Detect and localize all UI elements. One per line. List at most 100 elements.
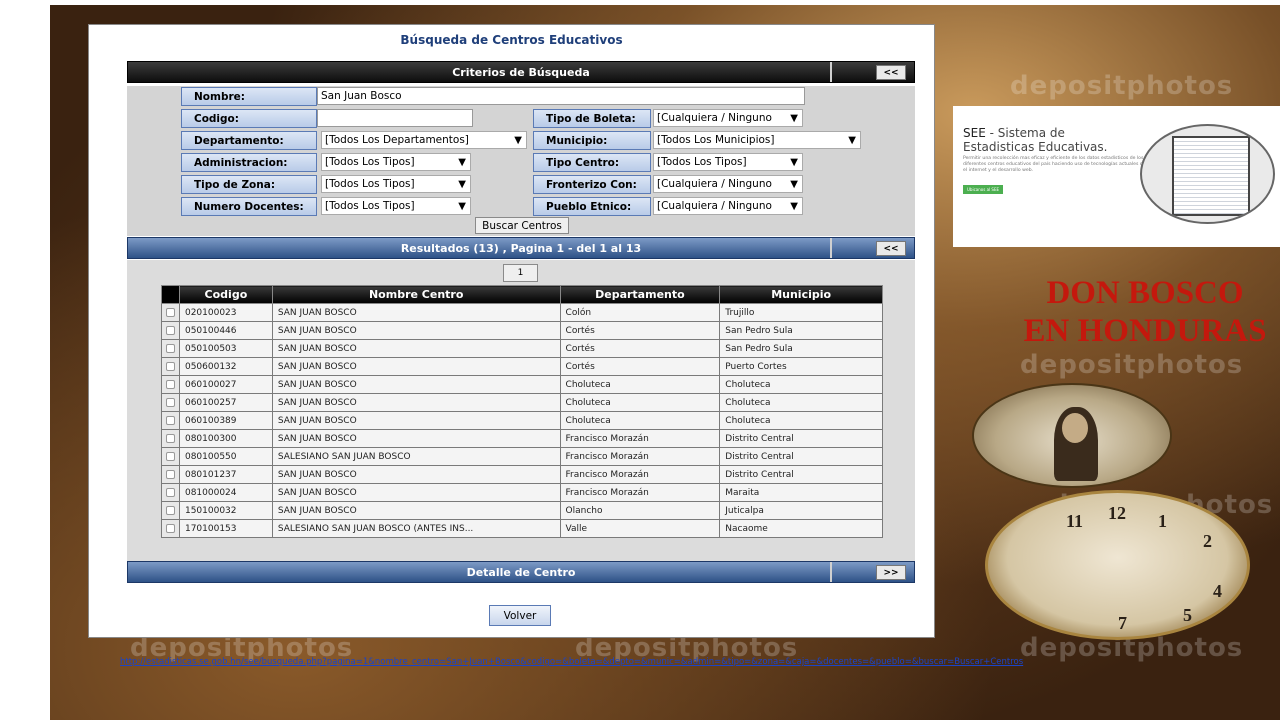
portrait-image xyxy=(972,383,1172,488)
departamento-label: Departamento: xyxy=(181,131,317,150)
cell-nombre: SAN JUAN BOSCO xyxy=(271,465,561,484)
header-divider xyxy=(830,238,832,258)
back-button[interactable]: Volver xyxy=(489,605,551,626)
select-column-header xyxy=(161,285,180,304)
row-checkbox[interactable] xyxy=(165,469,175,479)
row-checkbox[interactable] xyxy=(165,451,175,461)
row-checkbox[interactable] xyxy=(165,325,175,335)
cell-codigo: 060100257 xyxy=(178,393,273,412)
source-url-link[interactable]: http://estadisticas.se.gob.hn/see/busque… xyxy=(120,657,1023,667)
row-checkbox[interactable] xyxy=(165,487,175,497)
table-row[interactable]: 060100389 SAN JUAN BOSCO Choluteca Cholutec… xyxy=(161,411,883,430)
table-row[interactable]: 020100023 SAN JUAN BOSCO Colón Trujillo xyxy=(161,303,883,322)
cell-nombre: SAN JUAN BOSCO xyxy=(271,321,561,340)
tipo-centro-label: Tipo Centro: xyxy=(533,153,651,172)
row-checkbox[interactable] xyxy=(165,397,175,407)
cell-departamento: Colón xyxy=(559,303,721,322)
clock-number: 11 xyxy=(1066,511,1084,531)
row-checkbox-cell xyxy=(161,465,180,484)
detail-expand-button[interactable]: >> xyxy=(876,565,906,580)
table-row[interactable]: 050100446 SAN JUAN BOSCO Cortés San Pedro S… xyxy=(161,321,883,340)
cell-municipio: Maraita xyxy=(719,483,883,502)
column-header-codigo: Codigo xyxy=(178,285,273,304)
administracion-value: [Todos Los Tipos] xyxy=(325,156,415,168)
administracion-select[interactable]: [Todos Los Tipos] ▼ xyxy=(321,153,471,171)
cell-municipio: San Pedro Sula xyxy=(719,339,883,358)
administracion-label: Administracion: xyxy=(181,153,317,172)
fronterizo-select[interactable]: [Cualquiera / Ninguno ▼ xyxy=(653,175,803,193)
row-checkbox[interactable] xyxy=(165,307,175,317)
cell-codigo: 170100153 xyxy=(178,519,273,538)
row-checkbox[interactable] xyxy=(165,379,175,389)
row-checkbox[interactable] xyxy=(165,433,175,443)
tipo-zona-label: Tipo de Zona: xyxy=(181,175,317,194)
municipio-select[interactable]: [Todos Los Municipios] ▼ xyxy=(653,131,861,149)
row-checkbox[interactable] xyxy=(165,523,175,533)
headline: DON BOSCO EN HONDURAS xyxy=(990,274,1280,350)
criteria-collapse-button[interactable]: << xyxy=(876,65,906,80)
nombre-label: Nombre: xyxy=(181,87,317,106)
tipo-centro-select[interactable]: [Todos Los Tipos] ▼ xyxy=(653,153,803,171)
tipo-boleta-label: Tipo de Boleta: xyxy=(533,109,651,128)
codigo-input[interactable] xyxy=(317,109,473,127)
tipo-zona-value: [Todos Los Tipos] xyxy=(325,178,415,190)
table-row[interactable]: 170100153 SALESIANO SAN JUAN BOSCO (ANTES… xyxy=(161,519,883,538)
row-checkbox[interactable] xyxy=(165,361,175,371)
see-description: Permitir una recolección mas eficaz y ef… xyxy=(963,156,1153,173)
cell-municipio: Distrito Central xyxy=(719,429,883,448)
codigo-label: Codigo: xyxy=(181,109,317,128)
clock-number: 2 xyxy=(1203,531,1212,551)
search-button[interactable]: Buscar Centros xyxy=(475,217,569,234)
cell-municipio: Choluteca xyxy=(719,411,883,430)
table-row[interactable]: 050600132 SAN JUAN BOSCO Cortés Puerto Cort… xyxy=(161,357,883,376)
cell-departamento: Francisco Morazán xyxy=(559,465,721,484)
table-row[interactable]: 081000024 SAN JUAN BOSCO Francisco Morazán… xyxy=(161,483,883,502)
results-header: Resultados (13) , Pagina 1 - del 1 al 13… xyxy=(127,237,915,259)
pueblo-etnico-select[interactable]: [Cualquiera / Ninguno ▼ xyxy=(653,197,803,215)
cell-municipio: Juticalpa xyxy=(719,501,883,520)
table-row[interactable]: 150100032 SAN JUAN BOSCO Olancho Juticalpa xyxy=(161,501,883,520)
row-checkbox-cell xyxy=(161,339,180,358)
column-header-municipio: Municipio xyxy=(719,285,883,304)
tipo-centro-value: [Todos Los Tipos] xyxy=(657,156,747,168)
pueblo-etnico-value: [Cualquiera / Ninguno xyxy=(657,200,772,212)
pocket-watch-image: 12 11 1 2 4 5 7 xyxy=(985,490,1250,640)
clock-number: 7 xyxy=(1118,613,1127,633)
row-checkbox[interactable] xyxy=(165,343,175,353)
watermark: depositphotos xyxy=(1020,350,1244,380)
nombre-input[interactable]: San Juan Bosco xyxy=(317,87,805,105)
chevron-down-icon: ▼ xyxy=(790,112,798,124)
see-button[interactable]: Ubicanos al SEE xyxy=(963,185,1003,194)
page-1-button[interactable]: 1 xyxy=(503,264,538,282)
row-checkbox-cell xyxy=(161,321,180,340)
table-row[interactable]: 060100257 SAN JUAN BOSCO Choluteca Cholutec… xyxy=(161,393,883,412)
numero-docentes-select[interactable]: [Todos Los Tipos] ▼ xyxy=(321,197,471,215)
cell-departamento: Francisco Morazán xyxy=(559,447,721,466)
cell-codigo: 060100389 xyxy=(178,411,273,430)
tipo-boleta-value: [Cualquiera / Ninguno xyxy=(657,112,772,124)
table-row[interactable]: 060100027 SAN JUAN BOSCO Choluteca Cholutec… xyxy=(161,375,883,394)
clock-number: 5 xyxy=(1183,605,1192,625)
departamento-value: [Todos Los Departamentos] xyxy=(325,134,469,146)
table-row[interactable]: 080101237 SAN JUAN BOSCO Francisco Morazán… xyxy=(161,465,883,484)
cell-municipio: Nacaome xyxy=(719,519,883,538)
see-card: SEE - Sistema de Estadisticas Educativas… xyxy=(953,106,1280,247)
table-row[interactable]: 050100503 SAN JUAN BOSCO Cortés San Pedro S… xyxy=(161,339,883,358)
table-row[interactable]: 080100300 SAN JUAN BOSCO Francisco Morazán… xyxy=(161,429,883,448)
table-header-row: Codigo Nombre Centro Departamento Munici… xyxy=(161,285,883,304)
tipo-boleta-select[interactable]: [Cualquiera / Ninguno ▼ xyxy=(653,109,803,127)
cell-nombre: SALESIANO SAN JUAN BOSCO xyxy=(271,447,561,466)
column-header-nombre: Nombre Centro xyxy=(271,285,561,304)
table-row[interactable]: 080100550 SALESIANO SAN JUAN BOSCO Francis… xyxy=(161,447,883,466)
tipo-zona-select[interactable]: [Todos Los Tipos] ▼ xyxy=(321,175,471,193)
criteria-header-label: Criterios de Búsqueda xyxy=(452,65,590,79)
cell-departamento: Francisco Morazán xyxy=(559,483,721,502)
row-checkbox[interactable] xyxy=(165,415,175,425)
departamento-select[interactable]: [Todos Los Departamentos] ▼ xyxy=(321,131,527,149)
column-header-departamento: Departamento xyxy=(559,285,721,304)
row-checkbox[interactable] xyxy=(165,505,175,515)
numero-docentes-value: [Todos Los Tipos] xyxy=(325,200,415,212)
results-collapse-button[interactable]: << xyxy=(876,241,906,256)
row-checkbox-cell xyxy=(161,429,180,448)
clock-number: 12 xyxy=(1108,503,1126,523)
